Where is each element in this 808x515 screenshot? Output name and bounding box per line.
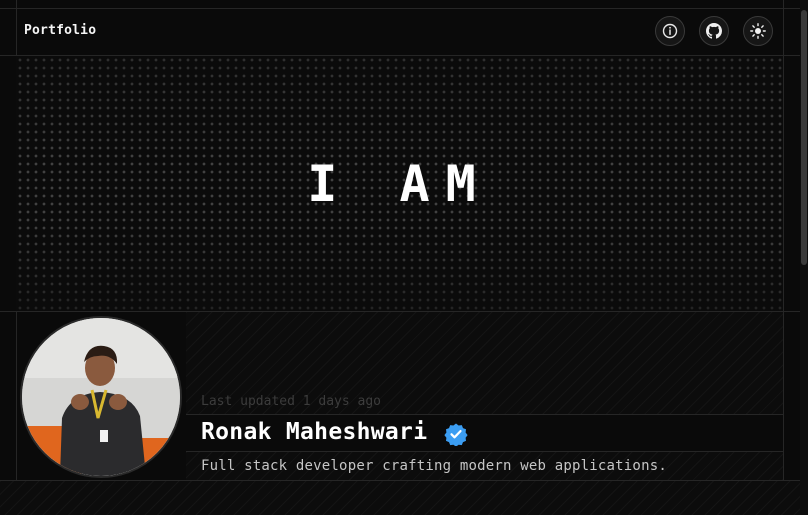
portfolio-page: Portfolio I AM Last updated 1 days ago R… bbox=[0, 0, 808, 515]
info-icon bbox=[662, 23, 678, 39]
page-scrollbar[interactable] bbox=[800, 0, 808, 515]
last-updated-text: Last updated 1 days ago bbox=[201, 394, 382, 409]
brand-title[interactable]: Portfolio bbox=[24, 23, 96, 38]
scrollbar-thumb[interactable] bbox=[801, 10, 807, 265]
verified-badge-icon bbox=[444, 423, 468, 446]
info-button[interactable] bbox=[655, 16, 685, 46]
profile-name: Ronak Maheshwari bbox=[201, 419, 428, 445]
avatar bbox=[20, 316, 182, 478]
sun-icon bbox=[750, 23, 766, 39]
profile-tagline: Full stack developer crafting modern web… bbox=[201, 458, 667, 474]
hero-heading: I AM bbox=[307, 155, 492, 213]
name-row: Ronak Maheshwari bbox=[186, 414, 783, 452]
site-header: Portfolio bbox=[16, 9, 783, 55]
avatar-photo bbox=[22, 318, 180, 476]
bottom-hatch-band bbox=[0, 481, 800, 515]
hero-banner: I AM bbox=[16, 56, 783, 311]
github-button[interactable] bbox=[699, 16, 729, 46]
grid-line-right bbox=[783, 0, 784, 515]
profile-avatar-cell bbox=[16, 312, 185, 480]
profile-details: Last updated 1 days ago Ronak Maheshwari… bbox=[186, 312, 783, 480]
theme-toggle-button[interactable] bbox=[743, 16, 773, 46]
github-icon bbox=[706, 23, 722, 39]
